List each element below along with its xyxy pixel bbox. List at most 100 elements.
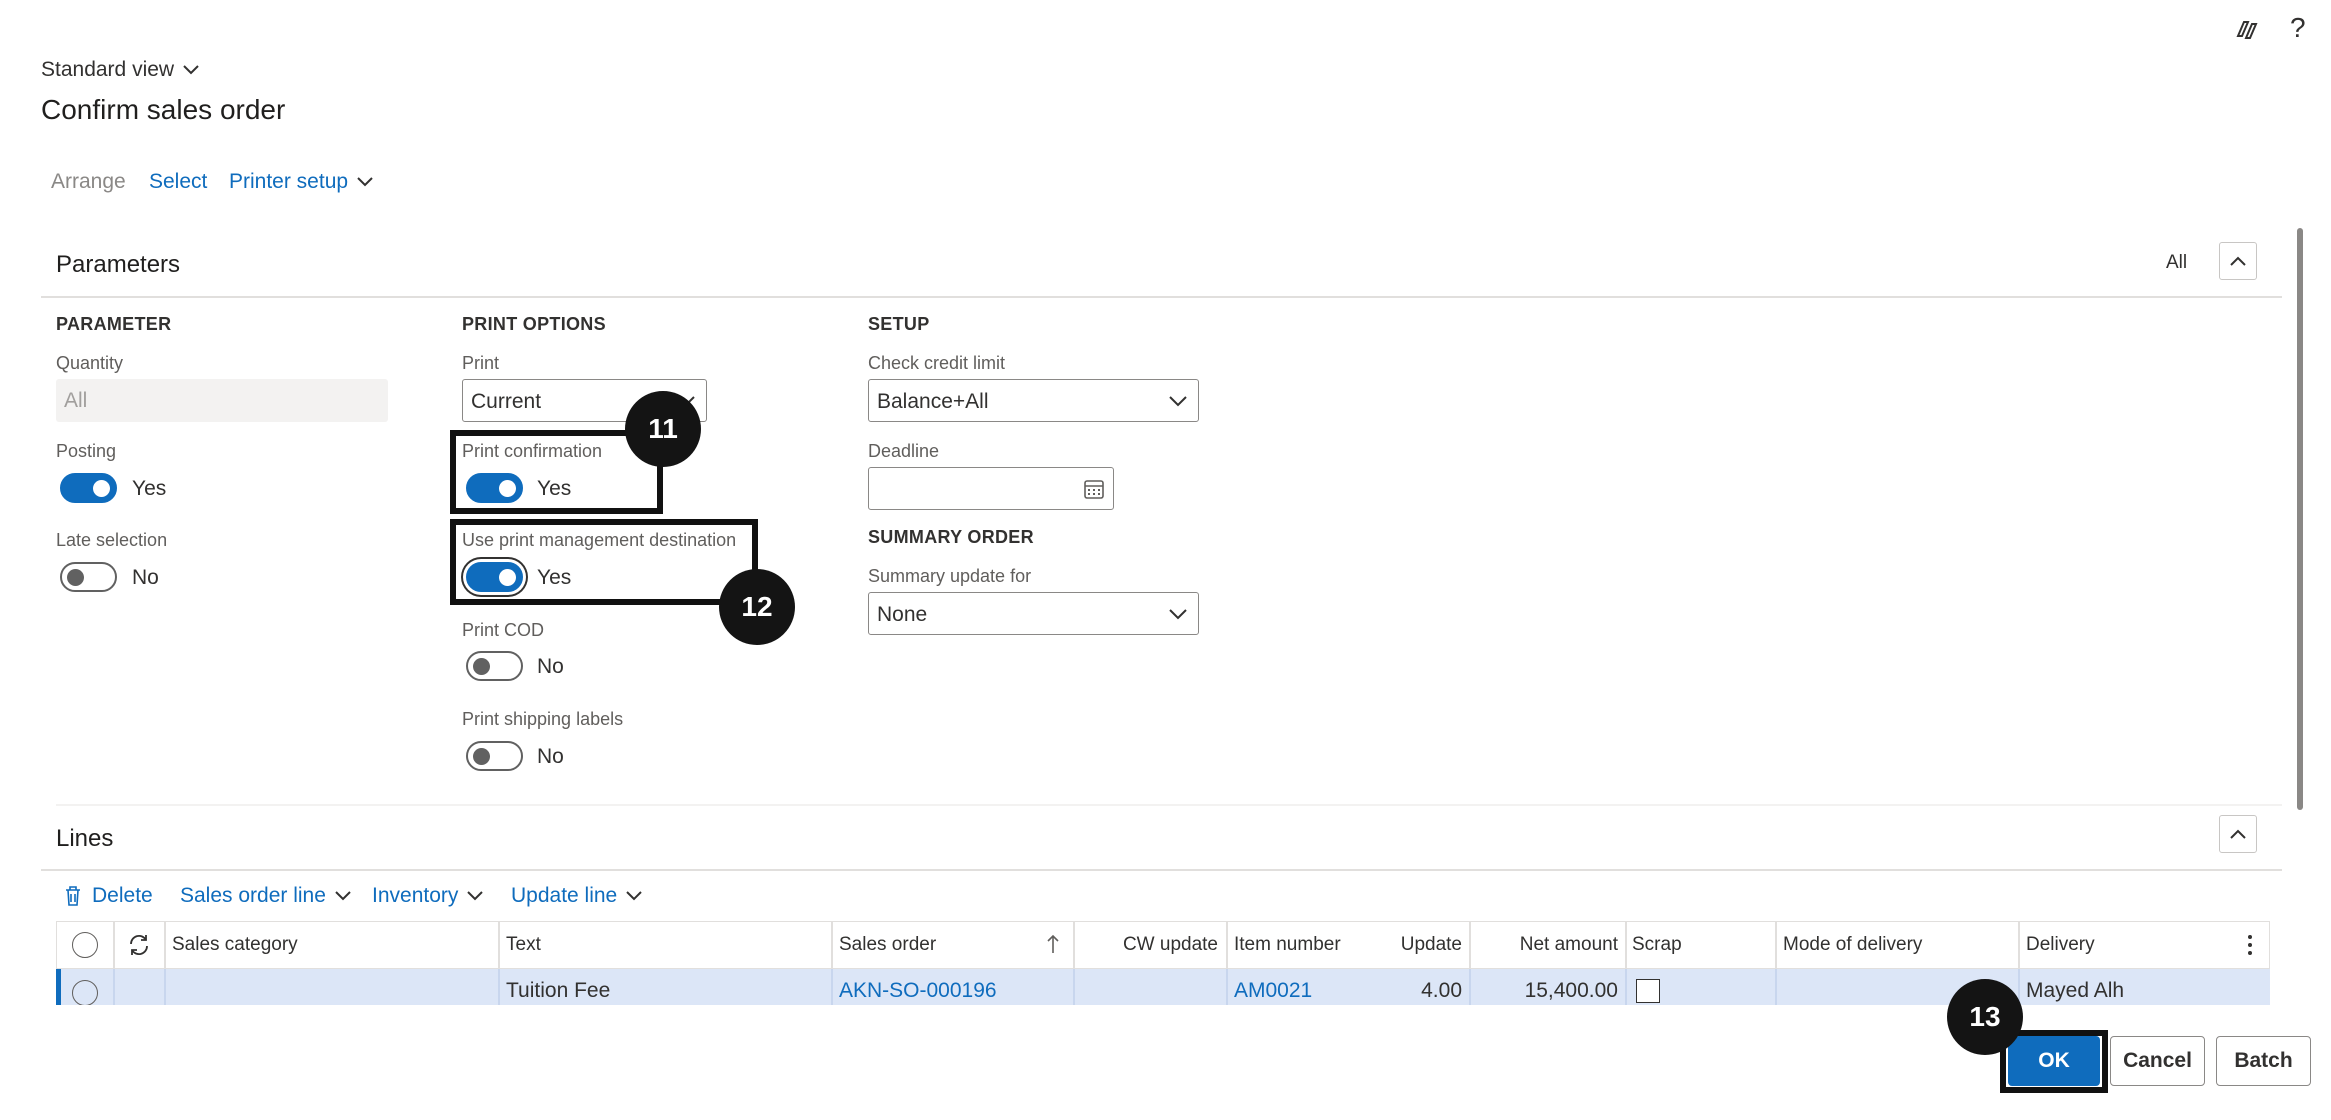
callout-badge-11: 11	[625, 391, 701, 467]
deadline-label: Deadline	[868, 441, 940, 461]
chevron-up-icon	[2230, 829, 2246, 839]
print-shipping-value: No	[537, 745, 564, 768]
scrap-checkbox[interactable]	[1636, 979, 1660, 1003]
print-shipping-label: Print shipping labels	[462, 709, 624, 729]
quantity-value: All	[64, 389, 88, 412]
print-options-header: PRINT OPTIONS	[462, 314, 606, 334]
summary-update-select[interactable]: None	[868, 592, 1199, 635]
cell-delivery[interactable]: Mayed Alh	[2026, 979, 2124, 1003]
chevron-up-icon	[2230, 256, 2246, 266]
calendar-icon[interactable]	[1083, 478, 1105, 500]
late-selection-label: Late selection	[56, 530, 168, 550]
chevron-down-icon	[335, 891, 351, 901]
late-selection-value: No	[132, 566, 159, 589]
table-row[interactable]	[56, 969, 2270, 1005]
late-selection-toggle[interactable]	[60, 562, 117, 592]
check-credit-label: Check credit limit	[868, 353, 1006, 373]
more-options-icon[interactable]	[2246, 933, 2254, 957]
delete-label: Delete	[92, 884, 153, 907]
vertical-scrollbar[interactable]	[2297, 228, 2303, 810]
lines-collapse-button[interactable]	[2219, 815, 2257, 853]
posting-label: Posting	[56, 441, 117, 461]
deadline-field[interactable]	[868, 467, 1114, 510]
parameters-collapse-button[interactable]	[2219, 242, 2257, 280]
cancel-button[interactable]: Cancel	[2110, 1036, 2205, 1086]
help-icon[interactable]: ?	[2290, 12, 2306, 44]
cell-text[interactable]: Tuition Fee	[506, 979, 610, 1003]
copilot-icon[interactable]	[2232, 16, 2260, 44]
print-cod-value: No	[537, 655, 564, 678]
parameter-group-header: PARAMETER	[56, 314, 172, 334]
col-sep	[831, 969, 833, 1005]
posting-value: Yes	[132, 477, 167, 500]
row-select-radio[interactable]	[72, 980, 98, 1005]
parameters-title: Parameters	[56, 251, 181, 278]
col-sep	[498, 969, 500, 1005]
col-header-sales-category[interactable]: Sales category	[172, 934, 298, 956]
cell-net-amount[interactable]: 15,400.00	[1525, 979, 1618, 1003]
callout-badge-12: 12	[719, 569, 795, 645]
chevron-down-icon	[357, 177, 373, 187]
chevron-down-icon	[183, 65, 199, 75]
batch-button[interactable]: Batch	[2216, 1036, 2311, 1086]
trash-icon	[66, 886, 80, 906]
page-title: Confirm sales order	[41, 94, 286, 125]
arrange-button[interactable]: Arrange	[51, 170, 126, 194]
chevron-down-icon	[1169, 609, 1187, 620]
chevron-down-icon	[467, 891, 484, 901]
print-shipping-toggle[interactable]	[466, 741, 523, 771]
print-cod-label: Print COD	[462, 620, 545, 640]
summary-order-header: SUMMARY ORDER	[868, 527, 1034, 547]
col-header-update[interactable]: Update	[1401, 934, 1462, 956]
check-credit-select[interactable]: Balance+All	[868, 379, 1199, 422]
callout-highlight-use-print-mgmt	[450, 519, 758, 605]
cell-update[interactable]: 4.00	[1421, 979, 1462, 1003]
lines-top-divider	[56, 804, 2282, 806]
select-button[interactable]: Select	[149, 170, 207, 194]
print-value: Current	[471, 390, 542, 413]
cell-item-number-link[interactable]: AM0021	[1234, 979, 1312, 1003]
update-line-label: Update line	[511, 884, 618, 907]
sales-order-line-menu[interactable]: Sales order line	[180, 884, 352, 908]
printer-setup-menu[interactable]: Printer setup	[229, 170, 374, 194]
callout-highlight-ok	[2000, 1030, 2108, 1093]
posting-toggle[interactable]	[60, 473, 117, 503]
col-sep	[1073, 969, 1075, 1005]
col-header-delivery[interactable]: Delivery	[2026, 934, 2095, 956]
quantity-label: Quantity	[56, 353, 124, 373]
update-line-menu[interactable]: Update line	[511, 884, 643, 908]
delete-button[interactable]: Delete	[64, 884, 153, 908]
col-header-scrap[interactable]: Scrap	[1632, 934, 1682, 956]
col-header-text[interactable]: Text	[506, 934, 541, 956]
col-header-cw-update[interactable]: CW update	[1123, 934, 1218, 956]
lines-divider	[41, 869, 2282, 871]
parameters-all-label: All	[2166, 252, 2188, 273]
chevron-down-icon	[1169, 396, 1187, 407]
inventory-menu[interactable]: Inventory	[372, 884, 484, 908]
refresh-icon[interactable]	[126, 932, 152, 958]
printer-setup-label: Printer setup	[229, 170, 349, 193]
col-sep	[1226, 969, 1228, 1005]
summary-update-label: Summary update for	[868, 566, 1032, 586]
sort-ascending-icon[interactable]	[1046, 933, 1060, 955]
parameters-divider	[41, 296, 2282, 298]
chevron-down-icon	[626, 891, 642, 901]
col-header-mode-of-delivery[interactable]: Mode of delivery	[1783, 934, 1922, 956]
col-header-net-amount[interactable]: Net amount	[1520, 934, 1618, 956]
select-all-checkbox[interactable]	[72, 932, 98, 958]
sales-order-line-label: Sales order line	[180, 884, 326, 907]
print-cod-toggle[interactable]	[466, 651, 523, 681]
setup-header: SETUP	[868, 314, 930, 334]
col-sep	[164, 969, 166, 1005]
view-label: Standard view	[41, 58, 175, 81]
lines-title: Lines	[56, 825, 114, 852]
print-label: Print	[462, 353, 500, 373]
col-sep	[113, 969, 115, 1005]
cell-sales-order-link[interactable]: AKN-SO-000196	[839, 979, 997, 1003]
quantity-field[interactable]: All	[56, 379, 388, 422]
col-header-sales-order[interactable]: Sales order	[839, 934, 936, 956]
view-selector[interactable]: Standard view	[41, 58, 200, 82]
col-header-item-number[interactable]: Item number	[1234, 934, 1341, 956]
lines-grid: Sales category Text Sales order CW updat…	[56, 921, 2270, 1005]
check-credit-value: Balance+All	[877, 390, 989, 413]
